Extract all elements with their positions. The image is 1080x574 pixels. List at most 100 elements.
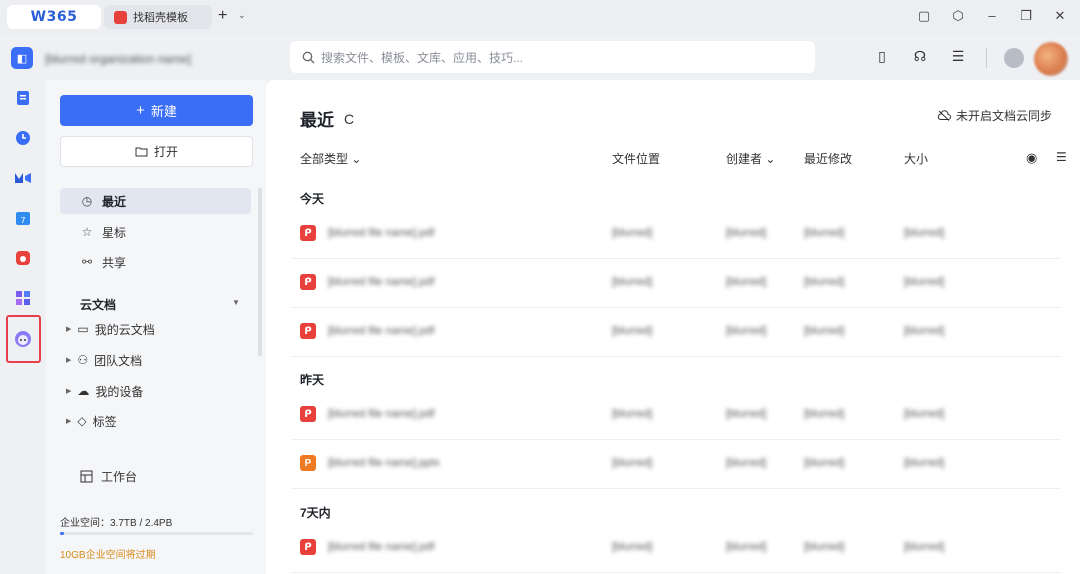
filter-creator-dropdown[interactable]: 创建者 ⌄ (726, 150, 775, 167)
device-cloud-icon: ☁ (77, 384, 90, 398)
org-name[interactable]: [blurred organization name] (45, 52, 191, 66)
table-row[interactable]: ᑭ [blurred file name].pdf [blurred] [blurre… (292, 524, 1060, 573)
tablet-mode-icon[interactable]: ▢ (916, 8, 932, 24)
workbench-link[interactable]: 工作台 (80, 468, 137, 485)
expand-arrow-icon[interactable]: ▶ (66, 325, 71, 333)
cell-location: [blurred] (612, 227, 653, 239)
tag-icon: ◇ (77, 414, 87, 428)
tab-home[interactable]: W365 (7, 5, 101, 29)
new-tab-button[interactable]: + (218, 7, 227, 25)
headset-icon[interactable]: ☊ (910, 48, 930, 65)
tab-dropdown-icon[interactable]: ⌄ (238, 10, 246, 21)
docs-app-icon[interactable] (13, 88, 33, 108)
close-button[interactable]: ✕ (1052, 8, 1068, 24)
layout-icon[interactable]: ▯ (872, 48, 892, 65)
cell-modified: [blurred] (804, 408, 845, 420)
pdf-file-icon: ᑭ (300, 323, 316, 339)
membership-icon[interactable] (1004, 48, 1024, 68)
app-bar: ◧ [blurred organization name] 搜索文件、模板、文库… (0, 34, 1080, 80)
tab-template[interactable]: 找稻壳模板 (104, 5, 212, 29)
expand-arrow-icon[interactable]: ▶ (66, 387, 71, 395)
nav-recent[interactable]: ◷ 最近 (60, 188, 251, 214)
pdf-file-icon: ᑭ (300, 225, 316, 241)
restore-button[interactable]: ❐ (1018, 8, 1034, 24)
cloud-sync-label: 未开启文档云同步 (955, 109, 1052, 123)
settings-sliders-icon[interactable]: ☰ (948, 48, 968, 65)
cloud-sync-status[interactable]: 未开启文档云同步 (937, 107, 1052, 124)
cell-location: [blurred] (612, 325, 653, 337)
cell-size: [blurred] (904, 408, 945, 420)
cell-creator: [blurred] (726, 457, 767, 469)
cell-size: [blurred] (904, 541, 945, 553)
section-collapse-icon[interactable]: ▼ (232, 298, 240, 307)
pdf-file-icon: ᑭ (300, 274, 316, 290)
minimize-button[interactable]: – (984, 8, 1000, 24)
expand-arrow-icon[interactable]: ▶ (66, 417, 71, 425)
expire-warning[interactable]: 10GB企业空间将过期 (60, 546, 156, 561)
cell-modified: [blurred] (804, 276, 845, 288)
tree-my-cloud-docs[interactable]: ▶ ▭ 我的云文档 (66, 318, 155, 340)
column-settings-icon[interactable]: ☰ (1056, 150, 1067, 164)
table-row[interactable]: ᑭ [blurred file name].pdf [blurred] [blurre… (292, 259, 1060, 308)
column-modified[interactable]: 最近修改 (804, 150, 852, 167)
title-bar: W365 找稻壳模板 + ⌄ ▢ ⬡ – ❐ ✕ (0, 0, 1080, 34)
cell-location: [blurred] (612, 457, 653, 469)
filter-type-dropdown[interactable]: 全部类型 ⌄ (300, 150, 361, 167)
new-button[interactable]: + 新建 (60, 95, 253, 126)
storage-text: 企业空间：3.7TB / 2.4PB (60, 518, 173, 529)
table-row[interactable]: ᑭ [blurred file name].pdf [blurred] [blurre… (292, 308, 1060, 357)
storage-progress-fill (60, 532, 64, 535)
nav-starred-label: 星标 (102, 225, 127, 240)
cell-creator: [blurred] (726, 325, 767, 337)
nav-recent-label: 最近 (102, 194, 127, 209)
column-size[interactable]: 大小 (904, 150, 928, 167)
svg-text:7: 7 (20, 216, 25, 225)
cloud-docs-section-title[interactable]: 云文档 (80, 296, 116, 313)
cell-name: [blurred file name].pdf (328, 325, 435, 337)
tree-team-docs[interactable]: ▶ ⚇ 团队文档 (66, 349, 142, 371)
group-header: 今天 (300, 192, 325, 206)
table-row[interactable]: ᑭ [blurred file name].pdf [blurred] [blurre… (292, 391, 1060, 440)
table-row[interactable]: ᑭ [blurred file name].pdf [blurred] [blurre… (292, 210, 1060, 259)
app-logo: W365 (30, 9, 78, 25)
window-controls: ▢ ⬡ – ❐ ✕ (916, 8, 1068, 24)
cell-size: [blurred] (904, 227, 945, 239)
nav-starred[interactable]: ☆ 星标 (60, 219, 251, 245)
cell-name: [blurred file name].pdf (328, 276, 435, 288)
cell-creator: [blurred] (726, 408, 767, 420)
calendar-app-icon[interactable]: 7 (13, 208, 33, 228)
avatar[interactable] (1034, 42, 1068, 76)
table-row[interactable]: P [blurred file name].pptx [blurred] [blurr… (292, 440, 1060, 489)
group-header: 7天内 (300, 506, 331, 520)
apps-icon[interactable] (13, 288, 33, 308)
search-input[interactable]: 搜索文件、模板、文库、应用、技巧... (290, 41, 815, 73)
pdf-file-icon: ᑭ (300, 539, 316, 555)
tree-label: 我的设备 (95, 384, 144, 399)
open-folder-icon (135, 147, 148, 157)
storage-progress (60, 532, 253, 535)
tree-label: 团队文档 (94, 353, 143, 368)
cell-size: [blurred] (904, 276, 945, 288)
refresh-icon[interactable]: C (344, 111, 354, 127)
view-icon[interactable]: ◉ (1026, 150, 1037, 166)
app-rail: 7 (0, 80, 46, 574)
star-icon: ☆ (81, 225, 93, 239)
page-title-text: 最近 (300, 111, 334, 130)
tree-tags[interactable]: ▶ ◇ 标签 (66, 410, 117, 432)
pdf-app-icon[interactable] (13, 248, 33, 268)
share-icon: ⚯ (81, 255, 93, 269)
divider (986, 48, 987, 68)
open-button[interactable]: 打开 (60, 136, 253, 167)
expand-arrow-icon[interactable]: ▶ (66, 356, 71, 364)
clock-app-icon[interactable] (13, 128, 33, 148)
tree-my-devices[interactable]: ▶ ☁ 我的设备 (66, 380, 143, 402)
skin-icon[interactable]: ⬡ (950, 8, 966, 24)
cell-location: [blurred] (612, 408, 653, 420)
org-logo[interactable]: ◧ (11, 47, 33, 69)
sidebar-scrollbar[interactable] (258, 188, 262, 356)
nav-shared[interactable]: ⚯ 共享 (60, 249, 251, 275)
cell-name: [blurred file name].pdf (328, 541, 435, 553)
page-title: 最近 C (300, 106, 354, 131)
search-placeholder: 搜索文件、模板、文库、应用、技巧... (321, 50, 524, 65)
meeting-app-icon[interactable] (13, 168, 33, 188)
